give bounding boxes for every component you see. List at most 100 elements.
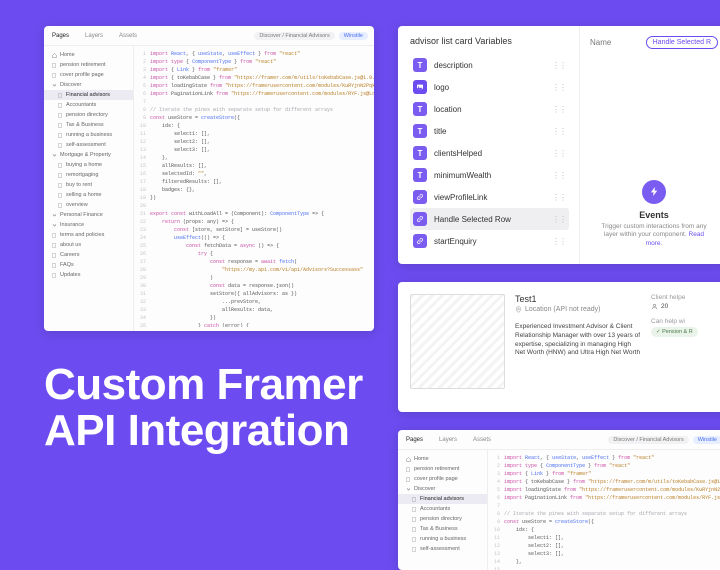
drag-handle-icon[interactable]: ⋮⋮ <box>552 149 566 158</box>
prop-value-pill[interactable]: Handle Selected R <box>646 36 718 49</box>
page-icon <box>412 517 417 522</box>
user-icon <box>651 303 658 310</box>
text-type-icon: T <box>413 168 427 182</box>
breadcrumb: Discover / Financial Advisors <box>608 436 688 444</box>
sidebar-item-cover-profile-page[interactable]: cover profile page <box>398 474 487 484</box>
prop-name-label: Name <box>590 38 611 47</box>
variable-handle-selected-row[interactable]: Handle Selected Row⋮⋮ <box>410 208 569 230</box>
sidebar-item-financial-advisors[interactable]: Financial advisors <box>44 90 133 100</box>
caret-icon <box>406 487 411 492</box>
text-type-icon: T <box>413 146 427 160</box>
sidebar-item-running-a-business[interactable]: running a business <box>44 130 133 140</box>
events-title: Events <box>596 210 712 220</box>
link-type-icon <box>413 190 427 204</box>
variable-location[interactable]: Tlocation⋮⋮ <box>410 98 569 120</box>
card-location: Location (API not ready) <box>515 306 641 313</box>
sidebar-item-careers[interactable]: Careers <box>44 250 133 260</box>
editor-tab-assets[interactable]: Assets <box>465 433 499 447</box>
sidebar-item-accountants[interactable]: Accountants <box>44 100 133 110</box>
drag-handle-icon[interactable]: ⋮⋮ <box>552 105 566 114</box>
variable-logo[interactable]: logo⋮⋮ <box>410 76 569 98</box>
editor-tab-layers[interactable]: Layers <box>77 29 111 43</box>
drag-handle-icon[interactable]: ⋮⋮ <box>552 83 566 92</box>
variable-title[interactable]: Ttitle⋮⋮ <box>410 120 569 142</box>
card-description: Experienced Investment Advisor & Client … <box>515 323 641 358</box>
sidebar-item-overview[interactable]: overview <box>44 200 133 210</box>
drag-handle-icon[interactable]: ⋮⋮ <box>552 171 566 180</box>
page-icon <box>58 183 63 188</box>
variable-viewprofilelink[interactable]: viewProfileLink⋮⋮ <box>410 186 569 208</box>
page-icon <box>58 143 63 148</box>
sidebar-item-personal-finance[interactable]: Personal Finance <box>44 210 133 220</box>
sidebar-item-buy-to-rent[interactable]: buy to rent <box>44 180 133 190</box>
sidebar-item-self-assessment[interactable]: self-assessment <box>398 544 487 554</box>
drag-handle-icon[interactable]: ⋮⋮ <box>552 61 566 70</box>
variable-label: clientsHelped <box>434 149 482 158</box>
editor-tab-pages[interactable]: Pages <box>44 29 77 43</box>
sidebar-item-terms-and-policies[interactable]: terms and policies <box>44 230 133 240</box>
sidebar-item-accountants[interactable]: Accountants <box>398 504 487 514</box>
variable-minimumwealth[interactable]: TminimumWealth⋮⋮ <box>410 164 569 186</box>
line-numbers: 1234567891011121314151617181920212223242… <box>134 50 150 327</box>
events-description: Trigger custom interactions from any lay… <box>596 223 712 248</box>
home-icon <box>406 457 411 462</box>
code-text[interactable]: import React, { useState, useEffect } fr… <box>504 454 720 566</box>
sidebar-item-tax-business[interactable]: Tax & Business <box>44 120 133 130</box>
sidebar-item-mortgage-property[interactable]: Mortgage & Property <box>44 150 133 160</box>
sidebar-item-pension-retirement[interactable]: pension retirement <box>398 464 487 474</box>
sidebar-item-faqs[interactable]: FAQs <box>44 260 133 270</box>
sidebar-item-buying-a-home[interactable]: buying a home <box>44 160 133 170</box>
page-icon <box>406 477 411 482</box>
tag-pension: ✓ Pension & R <box>651 327 698 337</box>
editor-tab-pages[interactable]: Pages <box>398 433 431 447</box>
page-icon <box>58 193 63 198</box>
workspace-pill[interactable]: Winstile <box>339 32 368 40</box>
page-icon <box>412 537 417 542</box>
editor-panel: PagesLayersAssetsDiscover / Financial Ad… <box>44 26 374 331</box>
sidebar-item-self-assessment[interactable]: self-assessment <box>44 140 133 150</box>
text-type-icon: T <box>413 124 427 138</box>
sidebar-item-about-us[interactable]: about us <box>44 240 133 250</box>
sidebar-item-pension-retirement[interactable]: pension retirement <box>44 60 133 70</box>
sidebar-item-running-a-business[interactable]: running a business <box>398 534 487 544</box>
variable-clientshelped[interactable]: TclientsHelped ⋮⋮ <box>410 142 569 164</box>
editor-tab-assets[interactable]: Assets <box>111 29 145 43</box>
caret-icon <box>52 223 57 228</box>
link-type-icon <box>413 234 427 248</box>
sidebar-item-pension-directory[interactable]: pension directory <box>44 110 133 120</box>
page-icon <box>52 243 57 248</box>
variable-startenquiry[interactable]: startEnquiry⋮⋮ <box>410 230 569 252</box>
sidebar-item-selling-a-home[interactable]: selling a home <box>44 190 133 200</box>
sidebar-item-discover[interactable]: Discover <box>398 484 487 494</box>
drag-handle-icon[interactable]: ⋮⋮ <box>552 237 566 246</box>
pin-icon <box>515 306 522 313</box>
sidebar-item-discover[interactable]: Discover <box>44 80 133 90</box>
sidebar-item-home[interactable]: Home <box>44 50 133 60</box>
variable-label: description <box>434 61 473 70</box>
caret-icon <box>52 153 57 158</box>
sidebar-item-remortgaging[interactable]: remortgaging <box>44 170 133 180</box>
page-icon <box>52 263 57 268</box>
editor-tab-layers[interactable]: Layers <box>431 433 465 447</box>
line-numbers: 123456789101112131415 <box>488 454 504 566</box>
page-icon <box>58 163 63 168</box>
variable-description[interactable]: Tdescription⋮⋮ <box>410 54 569 76</box>
sidebar-item-cover-profile-page[interactable]: cover profile page <box>44 70 133 80</box>
sidebar-item-insurance[interactable]: Insurance <box>44 220 133 230</box>
code-text[interactable]: import React, { useState, useEffect } fr… <box>150 50 374 327</box>
home-icon <box>52 53 57 58</box>
page-icon <box>412 497 417 502</box>
page-icon <box>58 93 63 98</box>
page-icon <box>58 173 63 178</box>
lightning-icon <box>642 180 666 204</box>
workspace-pill[interactable]: Winstile <box>693 436 720 444</box>
sidebar-item-home[interactable]: Home <box>398 454 487 464</box>
drag-handle-icon[interactable]: ⋮⋮ <box>552 127 566 136</box>
sidebar-item-pension-directory[interactable]: pension directory <box>398 514 487 524</box>
sidebar-item-tax-business[interactable]: Tax & Business <box>398 524 487 534</box>
drag-handle-icon[interactable]: ⋮⋮ <box>552 215 566 224</box>
drag-handle-icon[interactable]: ⋮⋮ <box>552 193 566 202</box>
sidebar-item-updates[interactable]: Updates <box>44 270 133 280</box>
sidebar-item-financial-advisors[interactable]: Financial advisors <box>398 494 487 504</box>
page-icon <box>406 467 411 472</box>
